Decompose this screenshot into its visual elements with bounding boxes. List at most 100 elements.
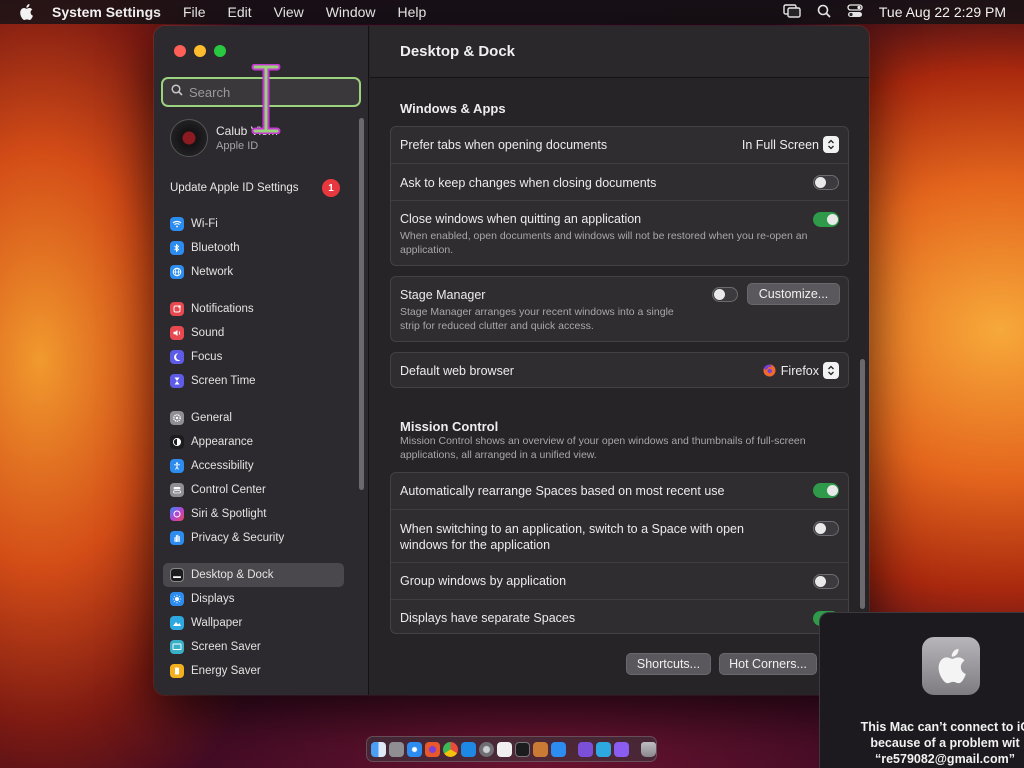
menu-window[interactable]: Window (315, 0, 387, 24)
sidebar-item-focus[interactable]: Focus (163, 345, 344, 369)
menu-help[interactable]: Help (387, 0, 438, 24)
windows-apps-group: Prefer tabs when opening documents In Fu… (390, 126, 849, 266)
gear-icon (170, 411, 184, 425)
chrome-icon[interactable] (443, 741, 458, 757)
apple-menu-icon[interactable] (0, 0, 52, 24)
sidebar-item-wallpaper[interactable]: Wallpaper (163, 611, 344, 635)
sidebar-item-label: Screen Time (191, 375, 256, 387)
screensaver-icon (170, 640, 184, 654)
sidebar-item-accessibility[interactable]: Accessibility (163, 454, 344, 478)
customize-button[interactable]: Customize... (747, 283, 840, 305)
prefer-tabs-row: Prefer tabs when opening documents In Fu… (391, 127, 848, 163)
sidebar-item-label: Siri & Spotlight (191, 508, 267, 520)
content-scrollbar[interactable] (860, 359, 865, 609)
control-center-icon[interactable] (847, 3, 863, 21)
stage-manager-icon[interactable] (783, 3, 801, 21)
default-browser-popup[interactable]: Firefox (763, 362, 839, 379)
window-controls (174, 45, 226, 57)
content-header: Desktop & Dock (370, 26, 869, 78)
sidebar-item-control-center[interactable]: Control Center (163, 478, 344, 502)
vscode-icon[interactable] (551, 741, 566, 757)
sidebar-item-sound[interactable]: Sound (163, 321, 344, 345)
prefer-tabs-popup[interactable]: In Full Screen (742, 136, 839, 153)
menu-file[interactable]: File (172, 0, 217, 24)
trash-icon[interactable] (641, 741, 656, 757)
sidebar-item-desktop-dock[interactable]: Desktop & Dock (163, 563, 344, 587)
hand-icon (170, 531, 184, 545)
stage-manager-toggle[interactable] (712, 287, 738, 302)
sidebar-item-screen-saver[interactable]: Screen Saver (163, 635, 344, 659)
default-browser-value: Firefox (780, 363, 819, 378)
sidebar-item-label: Displays (191, 593, 235, 605)
ask-keep-changes-toggle[interactable] (813, 175, 839, 190)
switches-icon (170, 483, 184, 497)
sidebar-scrollbar[interactable] (359, 118, 364, 490)
close-window-button[interactable] (174, 45, 186, 57)
separate-spaces-row: Displays have separate Spaces (391, 599, 848, 634)
notification-line-2: because of a problem wit (870, 736, 1020, 750)
close-windows-description: When enabled, open documents and windows… (400, 230, 808, 256)
notification-line-1: This Mac can’t connect to iC (860, 720, 1024, 734)
group-windows-toggle[interactable] (813, 574, 839, 589)
sidebar-item-label: General (191, 412, 232, 424)
sidebar-item-bluetooth[interactable]: Bluetooth (163, 236, 344, 260)
menu-clock[interactable]: Tue Aug 22 2:29 PM (879, 4, 1006, 20)
sidebar-item-general[interactable]: General (163, 406, 344, 430)
close-windows-toggle[interactable] (813, 212, 839, 227)
avatar (170, 119, 208, 157)
browser-group: Default web browser Firefox (390, 352, 849, 388)
stage-manager-label: Stage Manager (400, 288, 486, 302)
sidebar-item-siri-spotlight[interactable]: Siri & Spotlight (163, 502, 344, 526)
launchpad-icon[interactable] (389, 741, 404, 757)
ask-keep-changes-row: Ask to keep changes when closing documen… (391, 163, 848, 200)
menu-edit[interactable]: Edit (217, 0, 263, 24)
finder-icon[interactable] (371, 741, 386, 757)
sidebar-item-displays[interactable]: Displays (163, 587, 344, 611)
page-title: Desktop & Dock (400, 43, 516, 60)
stage-manager-description: Stage Manager arranges your recent windo… (400, 306, 674, 332)
content-pane: Desktop & Dock Windows & Apps Prefer tab… (370, 26, 869, 695)
cloud-icon[interactable] (596, 741, 611, 757)
sidebar-item-label: Wi-Fi (191, 218, 218, 230)
wifi-icon (170, 217, 184, 231)
visualstudio-icon[interactable] (578, 741, 593, 757)
zoom-window-button[interactable] (214, 45, 226, 57)
auto-rearrange-toggle[interactable] (813, 483, 839, 498)
sidebar-item-network[interactable]: Network (163, 260, 344, 284)
speaker-icon (170, 326, 184, 340)
shortcuts-button[interactable]: Shortcuts... (626, 653, 711, 675)
menu-view[interactable]: View (263, 0, 315, 24)
sidebar-item-label: Bluetooth (191, 242, 240, 254)
app-icon[interactable] (614, 741, 629, 757)
sidebar-item-energy-saver[interactable]: Energy Saver (163, 659, 344, 683)
text-cursor-icon (251, 63, 281, 135)
menu-app-name[interactable]: System Settings (52, 0, 172, 24)
update-apple-id-label: Update Apple ID Settings (170, 182, 299, 194)
spotlight-search-icon[interactable] (817, 4, 831, 21)
bell-icon (170, 302, 184, 316)
appstore-icon[interactable] (461, 741, 476, 757)
switch-space-toggle[interactable] (813, 521, 839, 536)
minimize-window-button[interactable] (194, 45, 206, 57)
firefox-icon[interactable] (425, 741, 440, 757)
settings-icon[interactable] (479, 741, 494, 757)
sidebar-item-privacy-security[interactable]: Privacy & Security (163, 526, 344, 550)
sidebar-item-label: Control Center (191, 484, 266, 496)
safari-icon[interactable] (407, 741, 422, 757)
hot-corners-button[interactable]: Hot Corners... (719, 653, 817, 675)
update-apple-id-item[interactable]: Update Apple ID Settings 1 (170, 179, 340, 197)
sidebar-item-notifications[interactable]: Notifications (163, 297, 344, 321)
terminal-icon[interactable] (515, 741, 530, 757)
textedit-icon[interactable] (497, 741, 512, 757)
sidebar-item-label: Energy Saver (191, 665, 261, 677)
notification-badge: 1 (322, 179, 340, 197)
close-windows-label: Close windows when quitting an applicati… (400, 212, 642, 226)
sidebar-item-screen-time[interactable]: Screen Time (163, 369, 344, 393)
bluetooth-icon (170, 241, 184, 255)
sidebar-item-wifi[interactable]: Wi-Fi (163, 212, 344, 236)
sidebar-list: Wi-Fi Bluetooth Network Notifications So… (163, 212, 344, 683)
prefer-tabs-value: In Full Screen (741, 137, 819, 152)
icloud-error-notification[interactable]: This Mac can’t connect to iC because of … (819, 612, 1024, 768)
sidebar-item-appearance[interactable]: Appearance (163, 430, 344, 454)
script-icon[interactable] (533, 741, 548, 757)
